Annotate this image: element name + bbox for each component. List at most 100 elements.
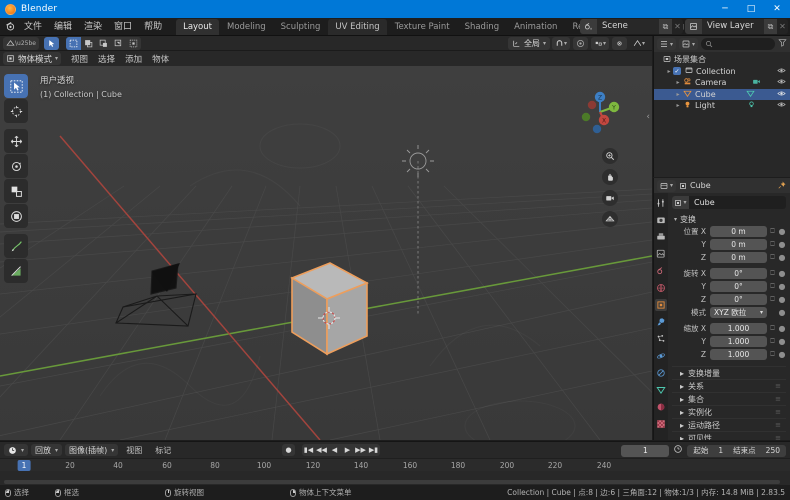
physics-icon[interactable] bbox=[655, 350, 667, 362]
view-layer-name[interactable]: View Layer bbox=[702, 19, 764, 34]
view-layer-icon[interactable] bbox=[655, 248, 667, 260]
jump-end-button[interactable]: ▶▮ bbox=[367, 444, 380, 456]
object-mode-selector[interactable]: 物体模式 ▾ bbox=[3, 52, 62, 65]
timeline-menu-marker[interactable]: 标记 bbox=[150, 445, 176, 456]
start-frame-value[interactable]: 1 bbox=[718, 446, 723, 455]
tab-shading[interactable]: Shading bbox=[458, 19, 507, 35]
collection-checkbox[interactable]: ✓ bbox=[673, 67, 681, 76]
outliner-row-camera[interactable]: ▸ Camera bbox=[654, 77, 790, 89]
outliner-filter-type[interactable]: ▾ bbox=[679, 38, 699, 50]
pan-icon[interactable] bbox=[602, 169, 618, 185]
location-y-value[interactable]: 0 m bbox=[710, 239, 767, 251]
playhead[interactable]: 1 bbox=[17, 460, 31, 471]
lock-icon[interactable]: ⎕ bbox=[767, 253, 778, 262]
new-view-layer-button[interactable]: ⧉ bbox=[764, 19, 777, 34]
lock-icon[interactable]: ⎕ bbox=[767, 227, 778, 236]
panel-delta-transform[interactable]: ▸ 变换增量 bbox=[672, 366, 786, 379]
panel-instancing[interactable]: ▸ 实例化 ≡ bbox=[672, 405, 786, 418]
scale-y-value[interactable]: 1.000 bbox=[710, 336, 767, 348]
remove-view-layer-button[interactable]: ✕ bbox=[777, 22, 788, 31]
rotation-x-value[interactable]: 0° bbox=[710, 268, 767, 280]
menu-help[interactable]: 帮助 bbox=[138, 18, 168, 36]
location-z-value[interactable]: 0 m bbox=[710, 252, 767, 264]
animate-dot-icon[interactable]: ● bbox=[778, 350, 786, 359]
render-icon[interactable] bbox=[655, 214, 667, 226]
snap-magnet-button[interactable]: ▾ bbox=[551, 37, 570, 50]
viewport-menu-view[interactable]: 视图 bbox=[66, 53, 93, 65]
tab-texture-paint[interactable]: Texture Paint bbox=[388, 19, 457, 35]
outliner-row-collection[interactable]: ▸ ✓ Collection bbox=[654, 66, 790, 78]
animate-dot-icon[interactable]: ● bbox=[778, 295, 786, 304]
play-button[interactable]: ▶ bbox=[341, 444, 354, 456]
select-subtract-button[interactable] bbox=[95, 36, 111, 50]
object-name-field[interactable]: ▾ Cube bbox=[672, 196, 786, 209]
timeline-editor-type[interactable]: ▾ bbox=[4, 444, 29, 456]
transform-tool-button[interactable] bbox=[4, 204, 28, 228]
search-input[interactable] bbox=[701, 38, 775, 50]
object-data-icon[interactable] bbox=[655, 384, 667, 396]
playback-menu[interactable]: 回放 ▾ bbox=[31, 444, 63, 456]
panel-relations[interactable]: ▸ 关系 ≡ bbox=[672, 379, 786, 392]
annotate-tool-button[interactable] bbox=[4, 234, 28, 258]
rotate-tool-button[interactable] bbox=[4, 154, 28, 178]
move-tool-button[interactable] bbox=[4, 129, 28, 153]
visibility-eye-icon[interactable] bbox=[777, 89, 786, 100]
tab-sculpting[interactable]: Sculpting bbox=[274, 19, 328, 35]
animate-dot-icon[interactable]: ● bbox=[778, 282, 786, 291]
cursor-tool-button[interactable] bbox=[4, 99, 28, 123]
next-keyframe-button[interactable]: ▶▶ bbox=[354, 444, 367, 456]
ortho-icon[interactable] bbox=[602, 211, 618, 227]
minimize-button[interactable]: ─ bbox=[712, 0, 738, 18]
blender-menu-icon[interactable] bbox=[2, 21, 18, 32]
menu-edit[interactable]: 编辑 bbox=[48, 18, 78, 36]
transform-orientation-selector[interactable]: 全局 ▾ bbox=[507, 37, 550, 50]
expand-arrow-icon[interactable]: ▸ bbox=[674, 79, 682, 86]
visibility-eye-icon[interactable] bbox=[777, 100, 786, 111]
camera-icon[interactable] bbox=[602, 190, 618, 206]
end-frame-value[interactable]: 250 bbox=[766, 446, 780, 455]
lock-icon[interactable]: ⎕ bbox=[767, 240, 778, 249]
lock-icon[interactable]: ⎕ bbox=[767, 324, 778, 333]
viewport-canvas[interactable]: 用户透视 (1) Collection | Cube Z Y X ‹ bbox=[0, 66, 652, 440]
navigation-gizmo[interactable]: Z Y X bbox=[574, 86, 626, 138]
viewport-menu-object[interactable]: 物体 bbox=[147, 53, 174, 65]
menu-window[interactable]: 窗口 bbox=[108, 18, 138, 36]
lock-icon[interactable]: ⎕ bbox=[767, 337, 778, 346]
animate-dot-icon[interactable]: ● bbox=[778, 308, 786, 317]
new-scene-button[interactable]: ⧉ bbox=[659, 19, 672, 34]
viewport-gizmo-toggle[interactable] bbox=[611, 37, 627, 50]
outliner-row-scene-collection[interactable]: 场景集合 bbox=[654, 54, 790, 66]
panel-visibility[interactable]: ▸ 可见性 ≡ bbox=[672, 431, 786, 440]
animate-dot-icon[interactable]: ● bbox=[778, 324, 786, 333]
current-frame-field[interactable]: 1 bbox=[621, 444, 670, 457]
timeline-ruler[interactable]: 1 20 40 60 80 100 120 140 160 180 200 22… bbox=[0, 458, 790, 471]
outliner-row-light[interactable]: ▸ Light bbox=[654, 100, 790, 112]
tool-icon[interactable] bbox=[655, 197, 667, 209]
visibility-eye-icon[interactable] bbox=[777, 77, 786, 88]
lock-icon[interactable]: ⎕ bbox=[767, 269, 778, 278]
scene-name[interactable]: Scene bbox=[597, 19, 659, 34]
lock-icon[interactable]: ⎕ bbox=[767, 350, 778, 359]
select-set-button[interactable] bbox=[65, 36, 81, 50]
rotation-z-value[interactable]: 0° bbox=[710, 294, 767, 306]
viewport-sidebar-toggle[interactable]: ‹ bbox=[646, 112, 650, 122]
material-icon[interactable] bbox=[655, 401, 667, 413]
timeline-scrollbar[interactable] bbox=[4, 480, 780, 484]
modifier-icon[interactable] bbox=[655, 316, 667, 328]
select-extend-button[interactable] bbox=[80, 36, 96, 50]
scene-selector[interactable]: Scene ⧉ ✕ bbox=[580, 19, 683, 34]
animate-dot-icon[interactable]: ● bbox=[778, 227, 786, 236]
lock-icon[interactable]: ⎕ bbox=[767, 295, 778, 304]
viewport-menu-add[interactable]: 添加 bbox=[120, 53, 147, 65]
outliner-display-mode[interactable]: ▾ bbox=[657, 38, 677, 50]
select-intersect-button[interactable] bbox=[125, 36, 141, 50]
tab-layout[interactable]: Layout bbox=[176, 18, 219, 35]
outliner-row-cube[interactable]: ▸ Cube bbox=[654, 88, 790, 100]
viewport-overlays-button[interactable]: ▾ bbox=[630, 37, 648, 50]
visibility-eye-icon[interactable] bbox=[777, 66, 786, 77]
expand-arrow-icon[interactable]: ▸ bbox=[674, 91, 682, 98]
properties-editor-type[interactable]: ▾ bbox=[657, 179, 677, 192]
transform-panel-header[interactable]: ▾ 变换 bbox=[672, 213, 786, 226]
view-layer-selector[interactable]: View Layer ⧉ ✕ bbox=[685, 19, 788, 34]
output-icon[interactable] bbox=[655, 231, 667, 243]
